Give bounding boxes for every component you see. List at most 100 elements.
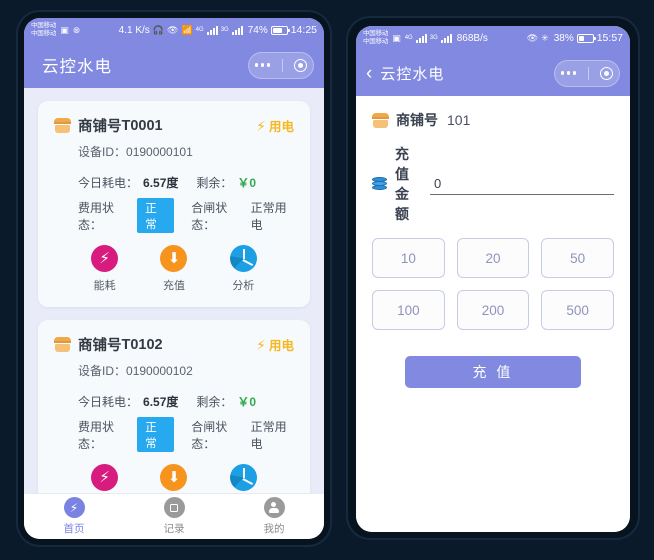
action-recharge[interactable]: ⬇ (160, 464, 188, 491)
screen-left: 中国移动 中国移动 ▣ ⊗ 4.1 K/s 🎧 👁 📶 4G 3G 74% 14 (24, 18, 324, 539)
carrier-line-1: 中国移动 (363, 30, 389, 37)
mute-icon: ⊗ (72, 24, 81, 35)
download-arrow-icon[interactable]: ⬇ (160, 245, 188, 272)
network-speed: 868B/s (456, 32, 488, 44)
shop-card[interactable]: 商铺号 T0001 ⚡ 用电 设备ID：0190000101 今日耗电： 6.5… (38, 101, 310, 307)
tab-records[interactable]: 记录 (124, 497, 224, 536)
screen-right: 中国移动 中国移动 ▣ 4G 3G 868B/s 👁 ✳ 38% 15:57 ‹… (356, 26, 630, 532)
usage-value: 6.57度 (143, 176, 179, 190)
shop-label: 商铺号 (78, 338, 122, 354)
eye-icon: 👁 (167, 24, 179, 35)
clock-label: 14:25 (290, 24, 317, 36)
amount-input[interactable] (430, 173, 614, 195)
submit-recharge-button[interactable]: 充 值 (405, 356, 581, 388)
power-status-badge: ⚡ 用电 (256, 116, 294, 135)
wifi-icon: 📶 (181, 24, 193, 35)
close-target-icon[interactable] (294, 58, 308, 72)
page-title: 云控水电 (380, 65, 445, 83)
quick-amount-100[interactable]: 100 (372, 290, 445, 330)
action-analysis[interactable]: 分析 (229, 245, 257, 293)
device-id-label: 设备ID： (78, 145, 127, 159)
card-actions: ⚡ 能耗 ⬇ 充值 分析 (54, 245, 294, 297)
card-header: 商铺号 T0001 ⚡ 用电 (54, 115, 294, 136)
battery-percent: 38% (553, 32, 574, 44)
power-status-badge: ⚡ 用电 (256, 335, 294, 354)
metrics: 今日耗电： 6.57度 剩余： ￥0 费用状态： 正常 合闸状态： 正常用电 (78, 174, 294, 233)
more-dots-icon[interactable] (254, 63, 270, 67)
signal-4g-icon (415, 33, 427, 43)
wechat-capsule[interactable] (554, 59, 620, 87)
carrier-line-1: 中国移动 (31, 22, 57, 29)
network-speed: 4.1 K/s (118, 24, 150, 36)
fee-status-label: 费用状态： (78, 419, 115, 451)
action-analysis-label: 分析 (232, 280, 255, 292)
switch-status-value: 正常用电 (250, 419, 287, 451)
fee-status-badge: 正常 (137, 198, 175, 233)
back-icon[interactable]: ‹ (366, 64, 372, 83)
app-bar-right: ‹ 云控水电 (356, 50, 630, 96)
recharge-form: 商铺号 101 充值金额 10 20 50 100 200 500 充 值 (356, 96, 630, 532)
usage-row: 今日耗电： 6.57度 剩余： ￥0 (78, 174, 294, 191)
balance-label: 剩余： (196, 395, 233, 409)
power-status-label: 用电 (268, 120, 294, 134)
quick-amount-200[interactable]: 200 (456, 290, 530, 330)
shop-row: 商铺号 101 (372, 110, 614, 130)
usage-row: 今日耗电： 6.57度 剩余： ￥0 (78, 393, 294, 410)
carrier-line-2: 中国移动 (363, 38, 389, 45)
action-analysis[interactable] (229, 464, 257, 491)
wechat-capsule[interactable] (248, 51, 314, 79)
quick-amount-20[interactable]: 20 (456, 238, 530, 278)
coins-icon (372, 176, 388, 192)
screenshot-stage: 中国移动 中国移动 ▣ ⊗ 4.1 K/s 🎧 👁 📶 4G 3G 74% 14 (0, 0, 654, 560)
lightning-icon[interactable]: ⚡ (91, 464, 119, 491)
action-energy[interactable]: ⚡ (91, 464, 119, 491)
quick-amount-10[interactable]: 10 (372, 238, 445, 278)
pie-chart-icon[interactable] (229, 464, 257, 491)
more-dots-icon[interactable] (560, 71, 576, 75)
device-id-row: 设备ID：0190000102 (78, 362, 294, 379)
balance-value: ￥0 (237, 176, 257, 190)
signal-4g-label: 4G (404, 35, 413, 41)
signal-4g-icon (206, 25, 218, 35)
shop-label: 商铺号 (396, 112, 438, 128)
page-title: 云控水电 (42, 58, 112, 76)
pie-chart-icon[interactable] (229, 245, 257, 272)
quick-amount-50[interactable]: 50 (541, 238, 614, 278)
app-bar-left: 云控水电 (24, 42, 324, 88)
lightning-icon[interactable]: ⚡ (91, 245, 119, 272)
action-energy[interactable]: ⚡ 能耗 (91, 245, 119, 293)
headset-icon: 🎧 (152, 24, 165, 35)
lightning-icon: ⚡ (256, 117, 266, 134)
close-target-icon[interactable] (600, 66, 614, 80)
action-recharge[interactable]: ⬇ 充值 (160, 245, 188, 293)
tab-profile[interactable]: 我的 (224, 497, 324, 536)
action-energy-label: 能耗 (93, 280, 116, 292)
lightning-icon[interactable]: ⚡ (63, 497, 85, 518)
shop-icon (54, 337, 71, 352)
carrier-label: 中国移动 中国移动 (363, 30, 388, 46)
fee-status-badge: 正常 (137, 417, 175, 452)
switch-status-label: 合闸状态： (191, 419, 228, 451)
amount-label: 充值金额 (395, 146, 409, 222)
phone-right: 中国移动 中国移动 ▣ 4G 3G 868B/s 👁 ✳ 38% 15:57 ‹… (348, 18, 638, 538)
tab-home[interactable]: ⚡ 首页 (24, 497, 124, 536)
capsule-divider (587, 66, 589, 80)
bluetooth-icon: ✳ (541, 32, 549, 43)
phone-left: 中国移动 中国移动 ▣ ⊗ 4.1 K/s 🎧 👁 📶 4G 3G 74% 14 (18, 12, 330, 545)
shop-icon (372, 112, 389, 128)
sim-icon: ▣ (392, 32, 401, 43)
tab-profile-label: 我的 (263, 523, 285, 535)
tab-home-label: 首页 (63, 523, 85, 535)
person-icon[interactable] (263, 497, 285, 518)
status-bar-right: 中国移动 中国移动 ▣ 4G 3G 868B/s 👁 ✳ 38% 15:57 (356, 26, 630, 50)
metrics: 今日耗电： 6.57度 剩余： ￥0 费用状态： 正常 合闸状态： 正常用电 (78, 393, 294, 452)
quick-amount-500[interactable]: 500 (541, 290, 614, 330)
battery-icon (270, 25, 290, 35)
usage-label: 今日耗电： (78, 176, 139, 190)
shop-code: T0102 (121, 336, 163, 353)
quick-amount-grid: 10 20 50 100 200 500 (372, 238, 614, 330)
download-arrow-icon[interactable]: ⬇ (160, 464, 188, 491)
record-icon[interactable] (163, 497, 185, 518)
shop-card[interactable]: 商铺号 T0102 ⚡ 用电 设备ID：0190000102 今日耗电： 6.5… (38, 320, 310, 493)
action-recharge-label: 充值 (162, 280, 185, 292)
